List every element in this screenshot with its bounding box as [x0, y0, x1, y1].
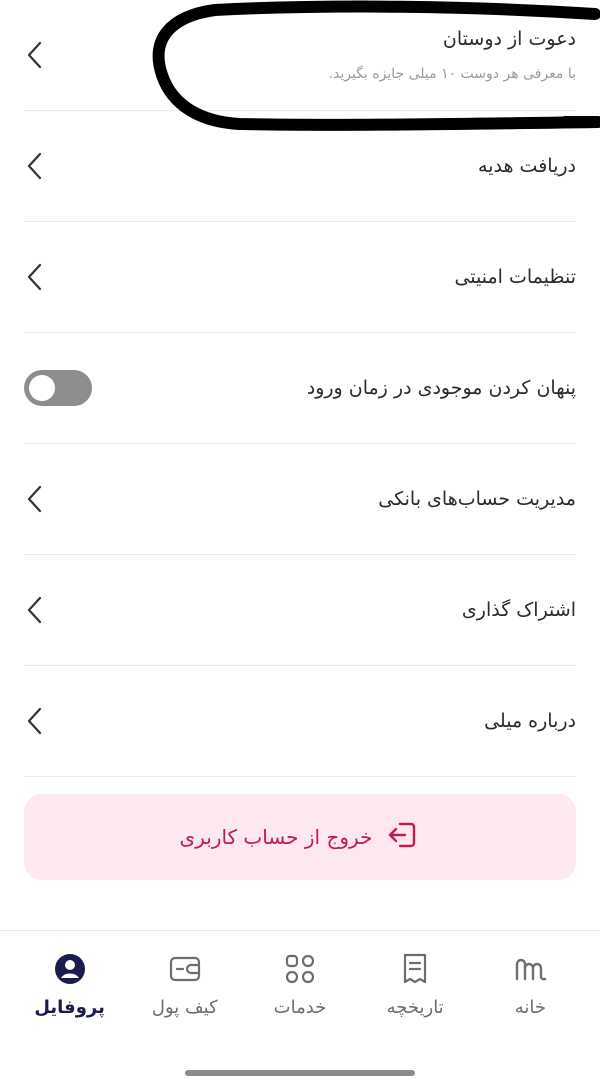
annotation-outline [152, 0, 600, 131]
menu-item-about[interactable]: درباره میلی [24, 666, 576, 777]
menu-item-hide-balance: پنهان کردن موجودی در زمان ورود [24, 333, 576, 444]
home-logo-icon [512, 951, 548, 987]
chevron-left-icon [24, 262, 54, 292]
nav-tab-label: خانه [514, 997, 546, 1018]
nav-tab-profile[interactable]: پروفایل [15, 951, 125, 1018]
menu-item-text: درباره میلی [484, 710, 576, 732]
bottom-navigation: خانه تاریخچه خدمات کیف پول پروفایل [0, 930, 600, 1089]
profile-icon [52, 951, 88, 987]
menu-item-text: پنهان کردن موجودی در زمان ورود [307, 377, 576, 399]
menu-item-security-settings[interactable]: تنظیمات امنیتی [24, 222, 576, 333]
chevron-left-icon [24, 706, 54, 736]
menu-item-text: دریافت هدیه [478, 155, 576, 177]
logout-icon [386, 818, 420, 856]
menu-item-title: درباره میلی [484, 710, 576, 732]
receipt-icon [397, 951, 433, 987]
nav-tab-label: پروفایل [34, 997, 105, 1018]
hide-balance-toggle[interactable] [24, 370, 92, 406]
menu-item-bank-accounts[interactable]: مدیریت حساب‌های بانکی [24, 444, 576, 555]
menu-item-title: دریافت هدیه [478, 155, 576, 177]
chevron-left-icon [24, 595, 54, 625]
menu-item-title: مدیریت حساب‌های بانکی [378, 488, 576, 510]
logout-button[interactable]: خروج از حساب کاربری [24, 794, 576, 880]
menu-item-title: تنظیمات امنیتی [454, 266, 576, 288]
menu-item-share[interactable]: اشتراک گذاری [24, 555, 576, 666]
nav-tab-label: تاریخچه [386, 997, 444, 1018]
nav-tab-label: کیف پول [151, 997, 218, 1018]
menu-item-text: مدیریت حساب‌های بانکی [378, 488, 576, 510]
nav-tab-label: خدمات [273, 997, 327, 1018]
menu-item-title: پنهان کردن موجودی در زمان ورود [306, 377, 576, 399]
home-indicator[interactable] [185, 1070, 415, 1076]
nav-tab-wallet[interactable]: کیف پول [130, 951, 240, 1018]
menu-item-text: اشتراک گذاری [462, 599, 576, 621]
wallet-icon [167, 951, 203, 987]
menu-item-title: اشتراک گذاری [461, 599, 576, 621]
toggle-knob [29, 375, 55, 401]
nav-tab-services[interactable]: خدمات [245, 951, 355, 1018]
menu-item-text: تنظیمات امنیتی [454, 266, 576, 288]
nav-tab-home[interactable]: خانه [475, 951, 585, 1018]
nav-tab-history[interactable]: تاریخچه [360, 951, 470, 1018]
grid-icon [282, 951, 318, 987]
chevron-left-icon [24, 151, 54, 181]
chevron-left-icon [24, 484, 54, 514]
logout-label: خروج از حساب کاربری [179, 825, 373, 849]
